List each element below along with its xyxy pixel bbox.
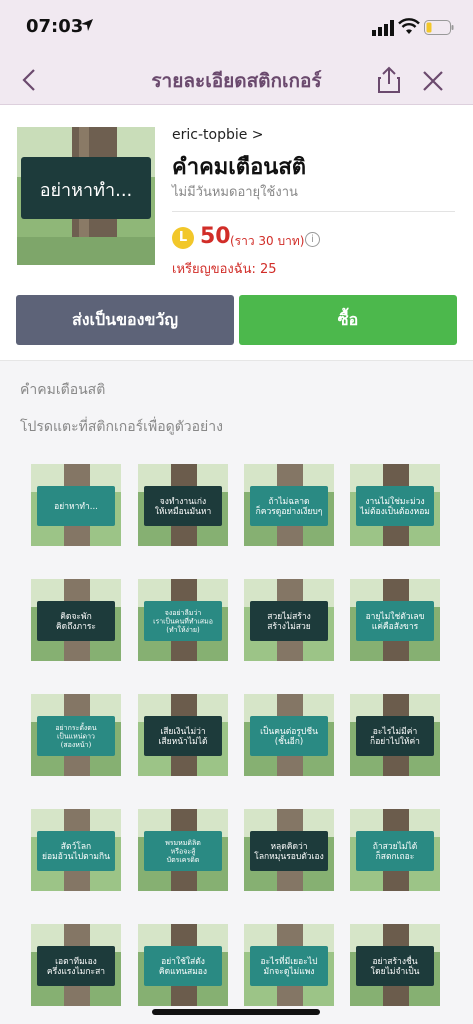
- coin-icon: L: [172, 227, 194, 249]
- send-gift-button[interactable]: ส่งเป็นของขวัญ: [16, 295, 234, 345]
- sticker-text: แค่คือสังขาร: [372, 621, 419, 632]
- sticker-text: คิดถึงภาระ: [56, 622, 96, 632]
- sticker-text: อายุไม่ใช่ตัวเลข: [366, 611, 425, 622]
- sticker-thumbnail[interactable]: สัตว์โลกย่อมอ้วนไปตามกิน: [31, 809, 121, 891]
- sticker-text: เป็นแหน่ดาว: [57, 731, 95, 740]
- sticker-text: อย่าใช้ใส่ตัง: [161, 956, 205, 967]
- sticker-thumbnail[interactable]: งานไม่ใช่มะม่วงไม่ต้องเป็นต้องหอม: [350, 464, 440, 546]
- product-panel: อย่าหาทำ... eric-topbie > คำคมเตือนสติ ไ…: [0, 105, 473, 361]
- chevron-right-icon: >: [251, 127, 264, 143]
- signal-bars-icon: [372, 20, 394, 36]
- main-sticker-text: อย่าหาทำ...: [40, 180, 133, 201]
- sticker-text: เป็นคนต่อรูปชีน: [260, 725, 318, 737]
- sticker-subtitle: ไม่มีวันหมดอายุใช้งาน: [172, 185, 298, 200]
- sticker-text: ถ้าไม่ฉลาด: [268, 496, 309, 507]
- sticker-text: มักจะดูไม่แพง: [264, 966, 315, 977]
- sticker-text: ไม่ต้องเป็นต้องหอม: [359, 505, 430, 517]
- sticker-text: ย่อมอ้วนไปตามกิน: [42, 851, 110, 862]
- sticker-text: เสียเงินไม่ว่า: [160, 726, 205, 737]
- sticker-text: พรมหมดิลิต: [165, 839, 201, 847]
- sticker-text: บัตรเครดิต: [167, 856, 200, 864]
- nav-bar: รายละเอียดสติกเกอร์: [0, 56, 473, 105]
- sticker-text: ถ้าสวยไม่ได้: [373, 841, 418, 852]
- status-time: 07:03: [26, 16, 84, 37]
- share-icon[interactable]: [376, 66, 402, 94]
- sticker-text: อะไรไม่มีค่า: [373, 726, 417, 737]
- sticker-text: คิดจะพัก: [60, 612, 92, 622]
- sticker-thumbnail[interactable]: อายุไม่ใช่ตัวเลขแค่คือสังขาร: [350, 579, 440, 661]
- sticker-thumbnail[interactable]: อะไรไม่มีค่าก็อย่าไปให้ค่า: [350, 694, 440, 776]
- price-note: (ราว 30 บาท): [230, 234, 305, 248]
- sticker-text: เราเป็นคนที่ทำเสมอ: [153, 616, 213, 625]
- battery-low-icon: [424, 20, 454, 35]
- sticker-text: ให้เหมือนมันหา: [155, 506, 212, 517]
- sticker-thumbnail[interactable]: อย่ากระตั้งตนเป็นแหน่ดาว(สองหน้า): [31, 694, 121, 776]
- sticker-thumbnail[interactable]: หลุดคิดว่าโลกหมุนรอบตัวเอง: [244, 809, 334, 891]
- sticker-text: โดยไม่จำเป็น: [371, 965, 420, 977]
- my-coins: เหรียญของฉัน: 25: [172, 262, 277, 277]
- author-link[interactable]: eric-topbie >: [172, 127, 264, 143]
- sticker-thumbnail[interactable]: จงอย่าลืมว่าเราเป็นคนที่ทำเสมอ(ทำให้ง่าย…: [138, 579, 228, 661]
- sticker-text: โลกหมุนรอบตัวเอง: [254, 851, 323, 862]
- sticker-thumbnail[interactable]: สวยไม่สร้างสร้างไม่สวย: [244, 579, 334, 661]
- sticker-thumbnail[interactable]: คิดจะพักคิดถึงภาระ: [31, 579, 121, 661]
- page-title: รายละเอียดสติกเกอร์: [151, 70, 322, 92]
- sticker-text: จงทำงานเก่ง: [160, 497, 206, 507]
- price-value: 50: [200, 224, 231, 249]
- sticker-text: หลุดคิดว่า: [270, 842, 307, 852]
- sticker-text: หรือจะสู้: [171, 847, 196, 855]
- sticker-text: (สองหน้า): [61, 741, 92, 749]
- sticker-text: สัตว์โลก: [61, 841, 91, 852]
- sticker-text: คิดแทนสมอง: [159, 967, 207, 977]
- sticker-text: อย่าหาทำ...: [54, 502, 98, 512]
- sticker-text: (ทำให้ง่าย): [166, 625, 200, 634]
- sticker-text: สวยไม่สร้าง: [267, 611, 311, 622]
- preview-hint: โปรดแตะที่สติกเกอร์เพื่อดูตัวอย่าง: [20, 419, 223, 435]
- sticker-text: ก็สตกเถอะ: [376, 850, 415, 862]
- sticker-text: ก็อย่าไปให้ค่า: [370, 735, 420, 747]
- sticker-title: คำคมเตือนสติ: [172, 155, 307, 180]
- sticker-thumbnail[interactable]: ถ้าสวยไม่ได้ก็สตกเถอะ: [350, 809, 440, 891]
- sticker-text: เอตาทีมเอง: [55, 956, 97, 967]
- author-name: eric-topbie: [172, 127, 248, 143]
- sticker-text: เสียหน้าไม่ได้: [159, 736, 208, 747]
- sticker-text: สร้างไม่สวย: [267, 621, 311, 632]
- info-icon[interactable]: i: [305, 232, 320, 247]
- sticker-thumbnail[interactable]: จงทำงานเก่งให้เหมือนมันหา: [138, 464, 228, 546]
- sticker-text: จงอย่าลืมว่า: [165, 609, 202, 617]
- sticker-thumbnail[interactable]: เป็นคนต่อรูปชีน(ชั้นอีก): [244, 694, 334, 776]
- buy-button[interactable]: ซื้อ: [239, 295, 457, 345]
- status-bar: 07:03: [0, 0, 473, 56]
- sticker-text: งานไม่ใช่มะม่วง: [365, 496, 424, 507]
- location-arrow-icon: [81, 19, 93, 31]
- close-icon[interactable]: [420, 68, 446, 94]
- main-sticker-image[interactable]: อย่าหาทำ...: [17, 127, 155, 265]
- sticker-thumbnail[interactable]: อะไรที่มีเยอะไปมักจะดูไม่แพง: [244, 924, 334, 1006]
- sticker-thumbnail[interactable]: อย่าสร้างชื่นโดยไม่จำเป็น: [350, 924, 440, 1006]
- sticker-thumbnail[interactable]: ถ้าไม่ฉลาดก็ควรดูอย่างเงียบๆ: [244, 464, 334, 546]
- sticker-text: อย่าสร้างชื่น: [372, 955, 417, 967]
- sticker-thumbnail[interactable]: พรมหมดิลิตหรือจะสู้บัตรเครดิต: [138, 809, 228, 891]
- sticker-text: ครึ่งแรงไมกะสา: [47, 965, 105, 977]
- sticker-thumbnail[interactable]: อย่าใช้ใส่ตังคิดแทนสมอง: [138, 924, 228, 1006]
- sticker-thumbnail[interactable]: เอตาทีมเองครึ่งแรงไมกะสา: [31, 924, 121, 1006]
- divider: [172, 211, 455, 212]
- sticker-text: (ชั้นอีก): [275, 735, 303, 747]
- sticker-text: ก็ควรดูอย่างเงียบๆ: [256, 505, 323, 517]
- wifi-icon: [398, 18, 420, 34]
- section-title: คำคมเตือนสติ: [20, 382, 106, 398]
- sticker-text: อะไรที่มีเยอะไป: [261, 955, 318, 967]
- home-indicator: [152, 1009, 320, 1015]
- sticker-thumbnail[interactable]: อย่าหาทำ...: [31, 464, 121, 546]
- sticker-thumbnail[interactable]: เสียเงินไม่ว่าเสียหน้าไม่ได้: [138, 694, 228, 776]
